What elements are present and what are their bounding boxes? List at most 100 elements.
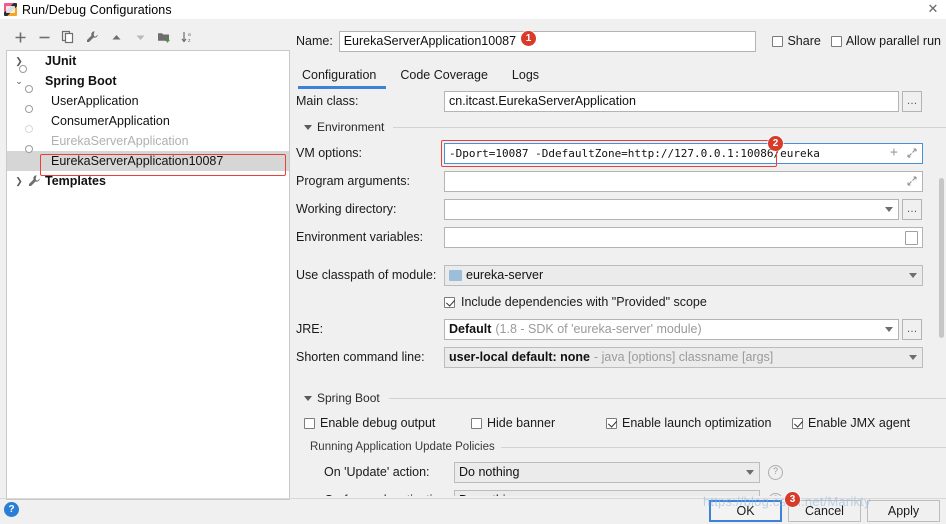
- new-folder-icon[interactable]: [152, 27, 176, 47]
- checkbox-box[interactable]: [304, 417, 315, 429]
- jre-select[interactable]: Default (1.8 - SDK of 'eureka-server' mo…: [444, 318, 899, 340]
- use-classpath-row: Use classpath of module: eureka-server: [296, 264, 946, 286]
- edit-templates-icon[interactable]: [80, 27, 104, 47]
- name-input[interactable]: EurekaServerApplication10087: [338, 30, 757, 52]
- chevron-down-icon[interactable]: [304, 124, 312, 130]
- chevron-down-icon[interactable]: [909, 355, 917, 360]
- run-debug-configurations-dialog: Run/Debug Configurations ✕ az ❯ JUnit ⌄ …: [0, 0, 946, 524]
- name-label: Name:: [296, 34, 333, 48]
- intellij-icon: [4, 3, 17, 16]
- tree-node-label: Templates: [45, 174, 106, 188]
- tree-node-spring-boot[interactable]: ⌄ Spring Boot: [7, 71, 289, 91]
- share-label: Share: [787, 34, 821, 48]
- spring-boot-options: Enable debug output Hide banner Enable l…: [304, 413, 946, 433]
- vertical-scrollbar[interactable]: [938, 90, 945, 490]
- tab-logs[interactable]: Logs: [500, 63, 551, 87]
- divider: [388, 397, 946, 399]
- enable-jmx-agent-label: Enable JMX agent: [808, 416, 911, 430]
- checkbox-box[interactable]: [772, 35, 784, 47]
- annotation-badge-1: 1: [521, 31, 536, 46]
- enable-debug-output-checkbox[interactable]: Enable debug output: [304, 416, 471, 430]
- program-arguments-row: Program arguments:: [296, 170, 946, 192]
- move-down-icon[interactable]: [128, 27, 152, 47]
- help-icon[interactable]: ?: [4, 502, 19, 517]
- program-arguments-input[interactable]: [444, 170, 923, 192]
- add-icon[interactable]: +: [890, 146, 900, 159]
- jre-browse-button[interactable]: …: [902, 318, 922, 340]
- chevron-down-icon[interactable]: [885, 327, 893, 332]
- jre-value: Default: [449, 321, 492, 336]
- main-class-browse-button[interactable]: …: [902, 90, 922, 112]
- expand-icon[interactable]: [907, 176, 917, 186]
- chevron-down-icon[interactable]: [909, 273, 917, 278]
- share-checkbox[interactable]: Share: [772, 34, 821, 48]
- apply-button[interactable]: Apply: [867, 500, 940, 522]
- close-icon[interactable]: ✕: [926, 2, 940, 16]
- tree-node-user-application[interactable]: UserApplication: [7, 91, 289, 111]
- jre-label: JRE:: [296, 322, 324, 336]
- checkbox-box[interactable]: [830, 35, 842, 47]
- enable-launch-optimization-label: Enable launch optimization: [622, 416, 772, 430]
- chevron-down-icon[interactable]: [746, 470, 754, 475]
- working-directory-browse-button[interactable]: …: [902, 198, 922, 220]
- include-provided-checkbox[interactable]: [444, 296, 455, 308]
- vm-options-label: VM options:: [296, 146, 363, 160]
- shorten-command-line-row: Shorten command line: user-local default…: [296, 346, 946, 368]
- scrollbar-thumb[interactable]: [939, 178, 944, 338]
- working-directory-label: Working directory:: [296, 202, 397, 216]
- tab-configuration[interactable]: Configuration: [296, 63, 388, 89]
- spring-boot-icon: [33, 93, 49, 109]
- help-icon[interactable]: ?: [768, 464, 783, 480]
- module-icon: [449, 269, 462, 281]
- on-update-action-select[interactable]: Do nothing: [454, 461, 760, 483]
- sort-icon[interactable]: az: [176, 27, 200, 47]
- on-frame-deactivation-label: On frame deactivation:: [324, 493, 454, 496]
- expand-icon[interactable]: [907, 148, 917, 158]
- tree-node-eureka-server-application-10087[interactable]: EurekaServerApplication10087: [7, 151, 289, 171]
- name-row-options: Share Allow parallel run: [772, 34, 946, 48]
- add-icon[interactable]: [8, 27, 32, 47]
- move-up-icon[interactable]: [104, 27, 128, 47]
- include-provided-row: Include dependencies with "Provided" sco…: [296, 292, 946, 312]
- checkbox-box[interactable]: [606, 417, 617, 429]
- tree-node-eureka-server-application[interactable]: EurekaServerApplication: [7, 131, 289, 151]
- spring-boot-section-header[interactable]: Spring Boot: [304, 389, 946, 407]
- annotation-badge-3: 3: [785, 492, 800, 507]
- tree-node-junit[interactable]: ❯ JUnit: [7, 51, 289, 71]
- hide-banner-label: Hide banner: [487, 416, 556, 430]
- chevron-right-icon[interactable]: ❯: [11, 171, 27, 191]
- enable-launch-optimization-checkbox[interactable]: Enable launch optimization: [606, 416, 792, 430]
- enable-jmx-agent-checkbox[interactable]: Enable JMX agent: [792, 416, 910, 430]
- name-row: Name: EurekaServerApplication10087 Share…: [296, 30, 946, 52]
- tree-node-label: EurekaServerApplication10087: [51, 154, 224, 168]
- copy-icon[interactable]: [56, 27, 80, 47]
- tree-node-templates[interactable]: ❯ Templates: [7, 171, 289, 191]
- tree-node-label: Spring Boot: [45, 74, 117, 88]
- environment-variables-input[interactable]: [444, 226, 923, 248]
- tree-node-consumer-application[interactable]: ConsumerApplication: [7, 111, 289, 131]
- hide-banner-checkbox[interactable]: Hide banner: [471, 416, 606, 430]
- configurations-tree[interactable]: ❯ JUnit ⌄ Spring Boot UserApplication Co…: [6, 50, 290, 500]
- working-directory-input[interactable]: [444, 198, 899, 220]
- checkbox-box[interactable]: [471, 417, 482, 429]
- jre-hint: (1.8 - SDK of 'eureka-server' module): [495, 321, 702, 336]
- enable-debug-output-label: Enable debug output: [320, 416, 436, 430]
- use-classpath-select[interactable]: eureka-server: [444, 264, 923, 286]
- checkbox-box[interactable]: [792, 417, 803, 429]
- chevron-down-icon[interactable]: [304, 395, 312, 401]
- environment-variables-icon[interactable]: [905, 231, 918, 245]
- junit-icon: [27, 53, 43, 69]
- tree-node-label: ConsumerApplication: [51, 114, 170, 128]
- vm-options-input[interactable]: -Dport=10087 -DdefaultZone=http://127.0.…: [444, 142, 923, 164]
- environment-section-header[interactable]: Environment: [304, 118, 946, 136]
- main-class-input[interactable]: cn.itcast.EurekaServerApplication: [444, 90, 899, 112]
- spring-boot-icon: [33, 153, 49, 169]
- chevron-down-icon[interactable]: [885, 207, 893, 212]
- svg-text:z: z: [188, 38, 191, 44]
- tab-code-coverage[interactable]: Code Coverage: [388, 63, 500, 87]
- shorten-command-line-select[interactable]: user-local default: none - java [options…: [444, 346, 923, 368]
- program-arguments-label: Program arguments:: [296, 174, 410, 188]
- remove-icon[interactable]: [32, 27, 56, 47]
- allow-parallel-run-checkbox[interactable]: Allow parallel run: [830, 34, 941, 48]
- configuration-form: Main class: cn.itcast.EurekaServerApplic…: [296, 90, 946, 496]
